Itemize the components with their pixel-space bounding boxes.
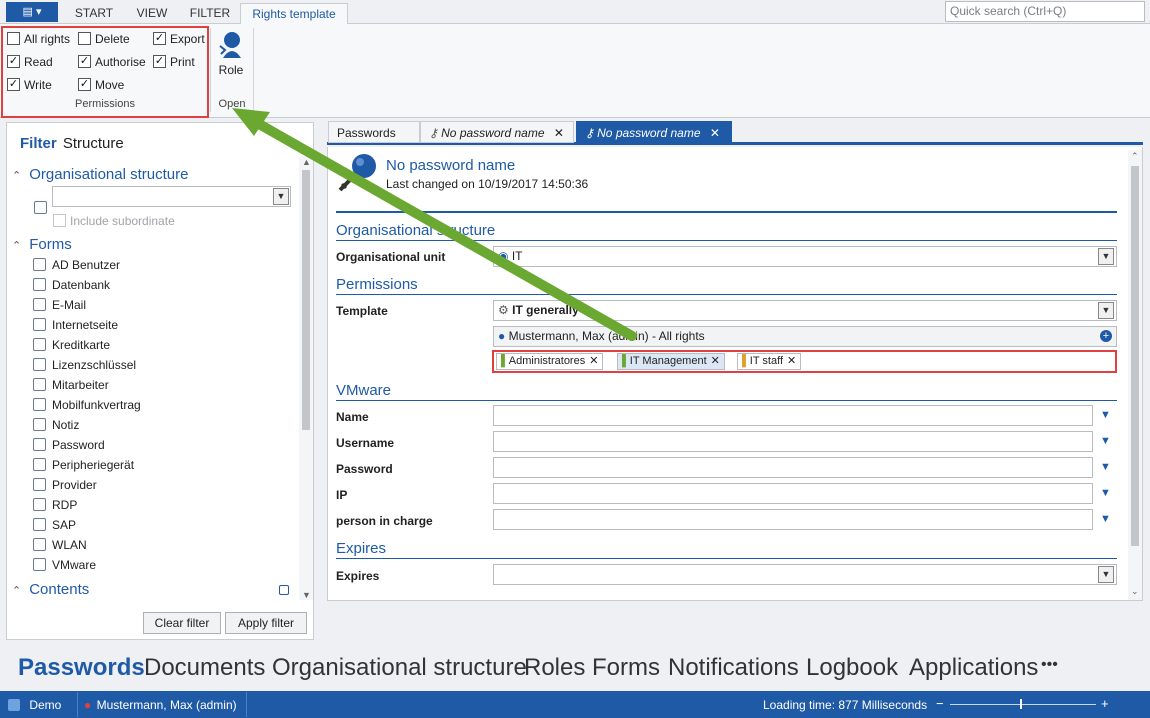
zoom-in-button[interactable]: + — [1101, 696, 1109, 711]
module-documents[interactable]: Documents — [144, 654, 265, 682]
loading-time: Loading time: 877 Milliseconds — [763, 698, 928, 712]
module-passwords[interactable]: Passwords — [18, 654, 145, 682]
user-icon: ● — [84, 697, 92, 712]
zoom-slider-thumb[interactable] — [1020, 699, 1022, 709]
module-applications[interactable]: Applications — [909, 654, 1038, 682]
zoom-out-button[interactable]: − — [936, 696, 944, 711]
module-logbook[interactable]: Logbook — [806, 654, 898, 682]
callout-arrow — [232, 108, 637, 341]
database-indicator[interactable]: Demo — [8, 697, 61, 712]
module-forms[interactable]: Forms — [592, 654, 660, 682]
current-user[interactable]: ● Mustermann, Max (admin) — [84, 697, 237, 712]
zoom-slider-track[interactable] — [950, 704, 1096, 705]
module-notifications[interactable]: Notifications — [668, 654, 799, 682]
status-separator — [77, 692, 78, 717]
status-separator — [246, 692, 247, 717]
more-modules-icon[interactable]: ••• — [1041, 656, 1058, 674]
module-organisational-structure[interactable]: Organisational structure — [272, 654, 527, 682]
database-icon — [8, 698, 20, 711]
module-roles[interactable]: Roles — [524, 654, 585, 682]
